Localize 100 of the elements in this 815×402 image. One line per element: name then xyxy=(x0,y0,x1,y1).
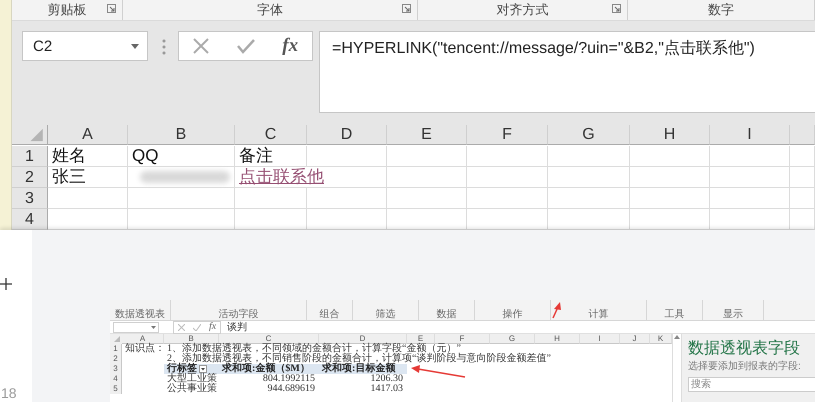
ribbon-group-label: 组合 xyxy=(320,309,340,320)
dialog-launcher-icon[interactable] xyxy=(402,4,412,13)
table-cell[interactable] xyxy=(710,167,790,188)
table-cell[interactable]: QQ xyxy=(128,146,235,167)
row-header[interactable]: 2 xyxy=(110,354,122,364)
table-cell[interactable] xyxy=(630,188,710,209)
column-header[interactable]: E xyxy=(387,125,467,145)
formula-field[interactable]: =HYPERLINK("tencent://message/?uin="&B2,"点击联系他") xyxy=(319,31,815,113)
formula-text: 谈判 xyxy=(227,322,248,332)
ribbon-group-label: 计算 xyxy=(588,309,608,320)
table-cell[interactable] xyxy=(710,146,790,167)
cancel-icon[interactable] xyxy=(192,38,209,54)
column-header[interactable]: G xyxy=(548,125,630,145)
table-cell[interactable] xyxy=(307,146,387,167)
column-header[interactable]: J xyxy=(620,334,650,344)
table-cell[interactable] xyxy=(235,188,307,209)
table-cell[interactable]: 姓名 xyxy=(48,146,128,167)
row-header[interactable]: 5 xyxy=(110,384,122,394)
name-box[interactable] xyxy=(113,322,159,332)
table-cell[interactable] xyxy=(387,146,467,167)
scroll-up-icon xyxy=(674,334,680,340)
column-header[interactable]: A xyxy=(48,125,128,145)
table-cell[interactable] xyxy=(630,167,710,188)
panel-hint: 选择要添加到报表的字段: xyxy=(688,361,802,372)
table-cell[interactable] xyxy=(467,188,548,209)
pivot-header-text: 求和项:金额（$M） xyxy=(222,364,310,374)
grip-icon xyxy=(162,39,166,55)
table-cell[interactable] xyxy=(48,188,128,209)
column-header[interactable]: D xyxy=(307,125,387,145)
column-header[interactable]: D xyxy=(319,334,407,344)
row-header[interactable]: 1 xyxy=(110,344,122,354)
column-header[interactable]: B xyxy=(128,125,235,145)
column-header[interactable]: B xyxy=(164,334,219,344)
check-icon[interactable] xyxy=(236,38,255,54)
column-header[interactable]: I xyxy=(580,334,620,344)
row-header[interactable]: 3 xyxy=(110,364,122,374)
table-cell[interactable] xyxy=(467,167,548,188)
dialog-launcher-icon[interactable] xyxy=(106,4,116,13)
search-field[interactable]: 搜索 xyxy=(688,377,815,392)
dropdown-caret-icon xyxy=(151,326,156,328)
arrow xyxy=(411,365,466,378)
pivot-header-text: 求和项:目标金额 xyxy=(322,364,396,374)
hyperlink[interactable]: 点击联系他 xyxy=(239,167,324,186)
table-cell[interactable] xyxy=(307,188,387,209)
row-header[interactable]: 4 xyxy=(110,374,122,384)
ribbon-group-label: 剪贴板 xyxy=(47,2,86,18)
table-cell[interactable] xyxy=(387,167,467,188)
row-header[interactable]: 1 xyxy=(12,146,48,167)
ribbon-group-label: 数据 xyxy=(436,309,456,320)
table-cell[interactable] xyxy=(128,167,235,188)
table-cell[interactable] xyxy=(128,188,235,209)
column-header[interactable]: F xyxy=(435,334,490,344)
table-cell-text: 944.689619 xyxy=(266,384,316,394)
table-cell-text: 1206.30 xyxy=(370,374,404,384)
name-box[interactable]: C2 xyxy=(22,31,148,61)
table-cell[interactable]: 备注 xyxy=(235,146,307,167)
column-header[interactable]: H xyxy=(535,334,580,344)
insert-function-button[interactable]: fx xyxy=(282,35,298,57)
table-cell[interactable] xyxy=(387,188,467,209)
column-header[interactable] xyxy=(790,125,815,145)
table-cell[interactable] xyxy=(548,167,630,188)
ribbon-group-label: 工具 xyxy=(664,309,684,320)
row-header[interactable]: 4 xyxy=(12,209,48,230)
ribbon-group-label: 数据透视表 xyxy=(115,309,165,320)
column-header[interactable]: F xyxy=(467,125,548,145)
table-cell[interactable] xyxy=(710,188,790,209)
table-cell-text: 804.1992115 xyxy=(262,374,316,384)
table-cell[interactable] xyxy=(548,188,630,209)
table-cell[interactable] xyxy=(467,146,548,167)
column-header[interactable]: H xyxy=(630,125,710,145)
row-header[interactable]: 2 xyxy=(12,167,48,188)
panel-title: 数据透视表字段 xyxy=(688,340,801,358)
pivot-header-text: 行标签 xyxy=(167,364,197,374)
dialog-launcher-icon[interactable] xyxy=(612,4,622,13)
insert-function-button[interactable]: fx xyxy=(209,322,216,332)
column-header[interactable]: E xyxy=(407,334,435,344)
column-header[interactable]: A xyxy=(122,334,164,344)
table-cell[interactable]: 张三 xyxy=(48,167,128,188)
column-header[interactable]: K xyxy=(650,334,672,344)
column-header[interactable]: C xyxy=(235,125,307,145)
table-cell-text: 1、添加数据透视表，不同领域的金额合计，计算字段“金额（元）” xyxy=(166,344,461,354)
filter-dropdown-icon[interactable] xyxy=(199,365,207,373)
column-header[interactable]: I xyxy=(710,125,790,145)
table-cell[interactable] xyxy=(790,146,815,167)
row-header[interactable]: 3 xyxy=(12,188,48,209)
table-cell-text: 公共事业策 xyxy=(166,384,218,394)
column-header[interactable]: C xyxy=(219,334,319,344)
ribbon-group-label: 筛选 xyxy=(376,309,396,320)
table-cell[interactable] xyxy=(548,146,630,167)
table-cell[interactable] xyxy=(790,188,815,209)
cancel-icon[interactable] xyxy=(178,324,185,330)
select-all-icon xyxy=(110,334,122,344)
plus-icon[interactable] xyxy=(0,278,12,290)
ribbon-group-label: 显示 xyxy=(723,309,743,320)
table-cell-text: 知识点： xyxy=(124,344,164,354)
table-cell[interactable]: 点击联系他 xyxy=(235,167,387,188)
table-cell[interactable] xyxy=(790,167,815,188)
table-cell[interactable] xyxy=(630,146,710,167)
check-icon[interactable] xyxy=(193,324,201,330)
column-header[interactable]: G xyxy=(490,334,535,344)
